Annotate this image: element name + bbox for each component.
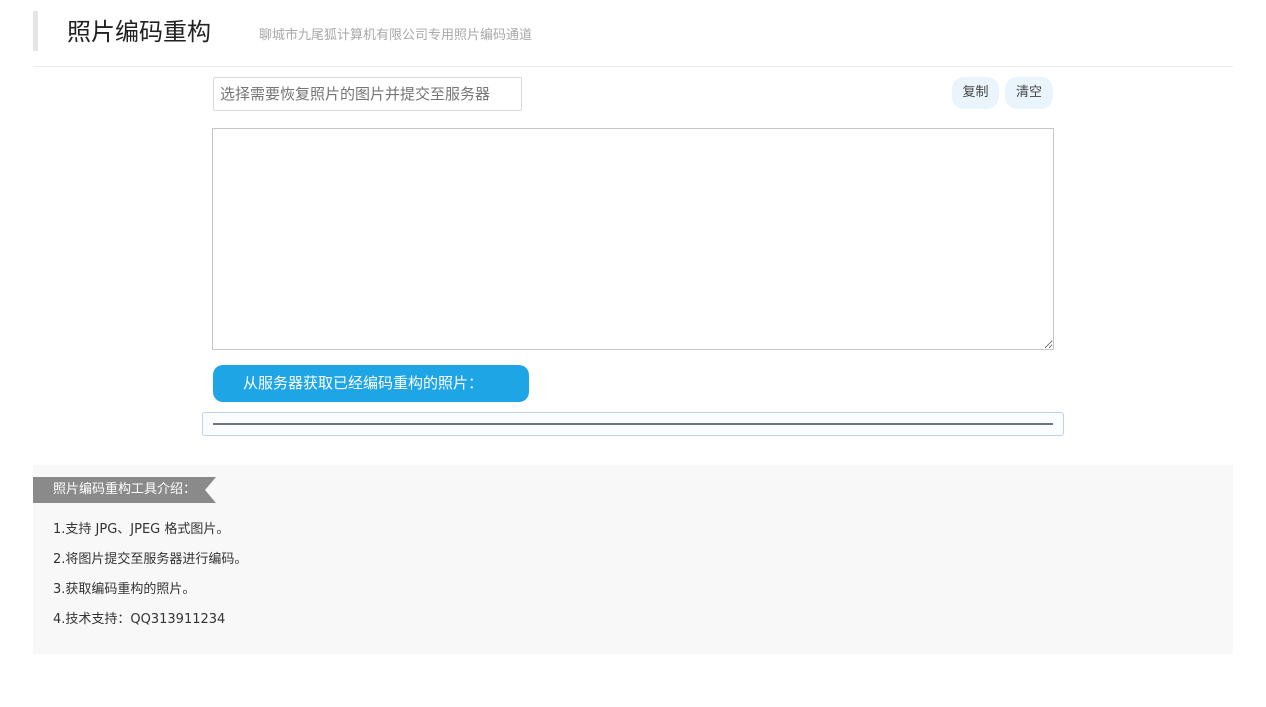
header-accent-bar [33,11,38,51]
progress-track [213,423,1053,425]
file-upload-input[interactable]: 选择需要恢复照片的图片并提交至服务器 [213,77,522,111]
clear-button[interactable]: 清空 [1005,77,1053,109]
fetch-photo-button[interactable]: 从服务器获取已经编码重构的照片： [213,365,529,402]
progress-bar [202,412,1064,436]
page-title: 照片编码重构 [67,18,211,46]
intro-item: 3.获取编码重构的照片。 [53,582,196,597]
intro-heading: 照片编码重构工具介绍： [33,477,216,503]
progress-fill [213,423,1053,425]
page-header: 照片编码重构 聊城市九尾狐计算机有限公司专用照片编码通道 [33,10,1233,67]
page-subtitle: 聊城市九尾狐计算机有限公司专用照片编码通道 [259,28,533,43]
intro-panel: 照片编码重构工具介绍： 1.支持 JPG、JPEG 格式图片。 2.将图片提交至… [33,465,1233,654]
intro-item: 4.技术支持：QQ313911234 [53,612,226,627]
copy-button[interactable]: 复制 [952,77,999,109]
intro-item: 2.将图片提交至服务器进行编码。 [53,552,248,567]
intro-list: 1.支持 JPG、JPEG 格式图片。 2.将图片提交至服务器进行编码。 3.获… [53,515,247,635]
intro-item: 1.支持 JPG、JPEG 格式图片。 [53,522,230,537]
encoded-text-area[interactable] [212,128,1054,350]
